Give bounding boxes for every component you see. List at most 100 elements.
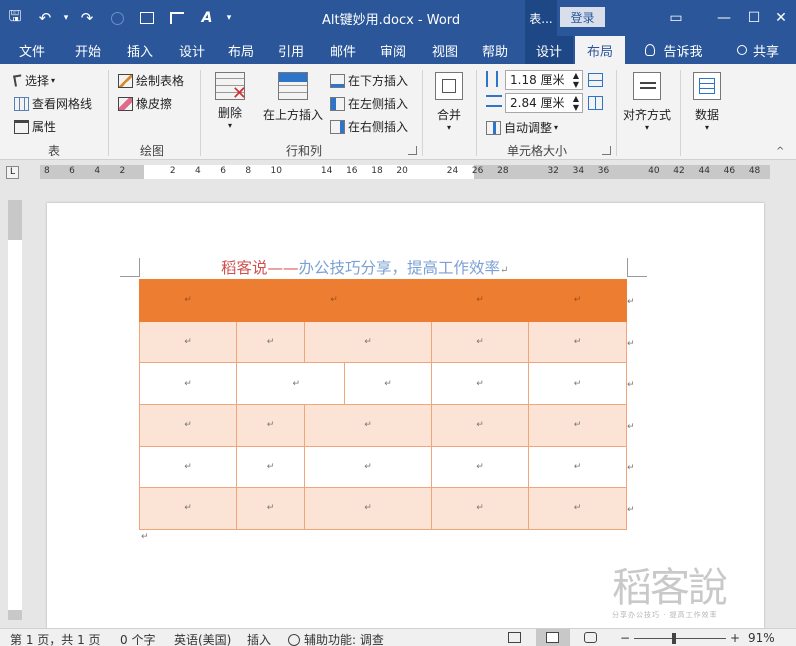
zoom-out-button[interactable]: − [620, 631, 630, 645]
table-cell[interactable]: ↵ [528, 279, 628, 322]
table-cell[interactable]: ↵ ↵ [235, 362, 433, 405]
cell-size-launcher-icon[interactable] [602, 146, 611, 155]
font-style-icon[interactable]: A [192, 0, 222, 36]
row-height-input[interactable]: 1.18 厘米 ▲ ▼ [505, 70, 583, 90]
eraser-button[interactable]: 橡皮擦 [118, 95, 172, 112]
vertical-ruler[interactable] [8, 200, 22, 620]
table-cell[interactable]: ↵ [431, 362, 530, 405]
table-cell[interactable]: ↵ [528, 320, 628, 363]
table-cell[interactable]: ↵ [139, 445, 237, 488]
table-cell[interactable]: ↵ [528, 404, 628, 447]
table-cell[interactable]: ↵ [303, 404, 433, 447]
table-cell[interactable]: ↵ [236, 487, 305, 530]
accessibility-checker[interactable]: 辅助功能: 调查 [288, 631, 384, 646]
table-cell[interactable]: ↵ [431, 279, 530, 322]
insert-above-button[interactable]: 在上方插入 [262, 72, 324, 123]
tab-layout[interactable]: 布局 [218, 36, 264, 64]
page-count[interactable]: 第 1 页，共 1 页 [10, 631, 101, 646]
table-cell[interactable]: ↵ [139, 320, 237, 363]
quick-print-icon[interactable] [132, 0, 162, 36]
table-cell[interactable]: ↵ [303, 320, 433, 363]
properties-button[interactable]: 属性 [14, 118, 56, 135]
row-height-icon [486, 71, 501, 87]
view-gridlines-button[interactable]: 查看网格线 [14, 95, 92, 112]
tab-insert[interactable]: 插入 [116, 36, 164, 64]
zoom-level[interactable]: 91% [748, 631, 775, 645]
table-cell[interactable]: ↵ [236, 445, 305, 488]
autofit-button[interactable]: 自动调整 ▾ [486, 119, 558, 136]
undo-dropdown-icon[interactable]: ▾ [60, 0, 72, 36]
table-cell[interactable]: ↵ [236, 320, 305, 363]
insert-right-button[interactable]: 在右侧插入 [330, 118, 408, 135]
document-heading[interactable]: 稻客说——办公技巧分享，提高工作效率↵ [221, 256, 508, 278]
ribbon-display-icon[interactable]: ▭ [652, 0, 700, 36]
word-count[interactable]: 0 个字 [120, 631, 155, 646]
save-icon[interactable]: 🖫 [0, 0, 30, 36]
table-cell[interactable]: ↵ [528, 445, 628, 488]
tab-tell-me[interactable]: 告诉我 [634, 36, 714, 64]
insert-mode[interactable]: 插入 [247, 631, 271, 646]
web-layout-icon[interactable] [584, 632, 597, 646]
tab-table-design[interactable]: 设计 [525, 36, 573, 64]
restore-icon[interactable]: ☐ [742, 0, 766, 36]
zoom-in-button[interactable]: + [730, 631, 740, 645]
distribute-columns-icon[interactable] [588, 96, 606, 110]
zoom-slider[interactable] [634, 633, 726, 644]
tab-selector[interactable]: L [6, 166, 19, 179]
horizontal-ruler[interactable]: 8 6 4 2 2 4 6 8 10 14 16 18 20 24 26 28 32 34 36 40 42 44 46 48 [40, 165, 770, 179]
format-painter-icon[interactable] [162, 0, 192, 36]
language-indicator[interactable]: 英语(美国) [174, 631, 231, 646]
redo-icon[interactable]: ↷ [72, 0, 102, 36]
table-cell[interactable]: ↵ [139, 279, 237, 322]
table-cell[interactable]: ↵ [528, 487, 628, 530]
ruler-tick-label: 48 [748, 166, 761, 176]
tab-view[interactable]: 视图 [422, 36, 468, 64]
table-cell[interactable]: ↵ [139, 362, 237, 405]
table-cell[interactable]: ↵ [236, 404, 305, 447]
draw-table-button[interactable]: 绘制表格 [118, 72, 184, 89]
print-layout-icon[interactable] [536, 629, 570, 646]
tab-file[interactable]: 文件 [10, 36, 54, 64]
tab-table-layout[interactable]: 布局 [575, 36, 625, 64]
minimize-icon[interactable]: — [700, 0, 748, 36]
document-table[interactable]: ↵ ↵ ↵ ↵ ↵ ↵ ↵ ↵ ↵ ↵ ↵ ↵ ↵ ↵ ↵ ↵ ↵ ↵ ↵ ↵ … [139, 279, 628, 530]
table-cell[interactable]: ↵ [303, 445, 433, 488]
alignment-button[interactable]: 对齐方式 ▾ [622, 72, 672, 132]
column-width-input[interactable]: 2.84 厘米 ▲ ▼ [505, 93, 583, 113]
table-cell[interactable]: ↵ [303, 487, 433, 530]
merge-button[interactable]: 合并 ▾ [432, 72, 466, 132]
tab-mailings[interactable]: 邮件 [320, 36, 366, 64]
table-cell[interactable]: ↵ [528, 362, 628, 405]
close-icon[interactable]: ✕ [766, 0, 796, 36]
tab-review[interactable]: 审阅 [370, 36, 416, 64]
distribute-rows-icon[interactable] [588, 73, 606, 87]
table-cell[interactable]: ↵ [431, 404, 530, 447]
table-cell[interactable]: ↵ [431, 487, 530, 530]
insert-left-button[interactable]: 在左侧插入 [330, 95, 408, 112]
qat-customize-icon[interactable]: ▾ [222, 0, 236, 36]
collapse-ribbon-icon[interactable]: ^ [776, 146, 784, 157]
table-cell[interactable]: ↵ [139, 404, 237, 447]
table-cell[interactable]: ↵ [345, 363, 431, 404]
login-button[interactable]: 登录 [560, 7, 605, 27]
table-cell[interactable]: ↵ [139, 487, 237, 530]
delete-button[interactable]: ✕ 删除 ▾ [212, 72, 248, 130]
tab-references[interactable]: 引用 [268, 36, 314, 64]
table-cell[interactable]: ↵ [431, 320, 530, 363]
select-button[interactable]: 选择 ▾ [13, 72, 55, 89]
table-cell[interactable]: ↵ [431, 445, 530, 488]
table-cell[interactable]: ↵ [235, 279, 433, 322]
tab-help[interactable]: 帮助 [472, 36, 518, 64]
circle-icon[interactable] [102, 0, 132, 36]
read-mode-icon[interactable] [508, 632, 521, 646]
data-button[interactable]: 数据 ▾ [686, 72, 728, 132]
tab-home[interactable]: 开始 [64, 36, 112, 64]
insert-below-button[interactable]: 在下方插入 [330, 72, 408, 89]
table-row: ↵ ↵ ↵ ↵ ↵ [139, 320, 628, 363]
tab-design[interactable]: 设计 [168, 36, 216, 64]
table-cell[interactable]: ↵ [237, 363, 345, 404]
share-button[interactable]: 共享 [728, 36, 788, 64]
zoom-slider-thumb[interactable] [672, 633, 676, 644]
undo-icon[interactable]: ↶ [30, 0, 60, 36]
rows-columns-launcher-icon[interactable] [408, 146, 417, 155]
